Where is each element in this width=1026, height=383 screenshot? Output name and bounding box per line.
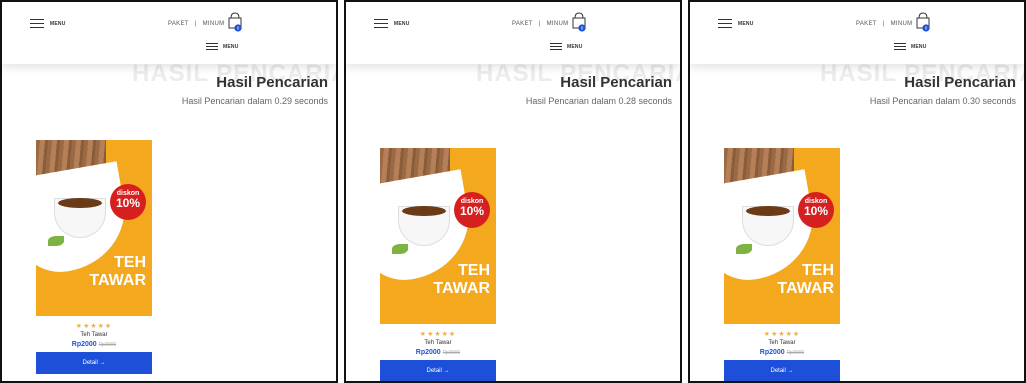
product-image[interactable]: diskon 10% TEH TAWAR: [724, 148, 840, 324]
product-card[interactable]: diskon 10% TEH TAWAR ★★★★★ Teh Tawar Rp2…: [380, 148, 496, 381]
screenshot-panel: MENU PAKET | MINUM 0 MENU HASIL PENCARIA…: [688, 0, 1026, 383]
product-card[interactable]: diskon 10% TEH TAWAR ★★★★★ Teh Tawar Rp2…: [36, 140, 152, 374]
product-name: Teh Tawar: [424, 340, 452, 346]
header: MENU PAKET | MINUM 0 MENU: [2, 2, 336, 64]
nav-links: PAKET | MINUM: [856, 21, 912, 27]
poster-word-2: TAWAR: [777, 280, 834, 297]
nav-paket[interactable]: PAKET: [168, 21, 189, 27]
badge-percent: 10%: [459, 204, 485, 218]
hamburger-icon: [894, 43, 906, 50]
product-name: Teh Tawar: [768, 340, 796, 346]
old-price: Rp3000: [98, 342, 117, 348]
menu-label: MENU: [50, 20, 66, 27]
nav-minum[interactable]: MINUM: [891, 21, 913, 27]
page-title: Hasil Pencarian: [904, 74, 1016, 91]
hamburger-icon: [374, 19, 388, 28]
discount-badge: diskon 10%: [110, 184, 146, 220]
hamburger-icon: [30, 19, 44, 28]
product-name: Teh Tawar: [80, 332, 108, 338]
detail-button[interactable]: Detail →: [724, 360, 840, 381]
hamburger-icon: [718, 19, 732, 28]
poster-word-2: TAWAR: [433, 280, 490, 297]
detail-button[interactable]: Detail →: [380, 360, 496, 381]
product-image[interactable]: diskon 10% TEH TAWAR: [36, 140, 152, 316]
page-title: Hasil Pencarian: [560, 74, 672, 91]
shopping-bag-icon[interactable]: 0: [916, 12, 930, 32]
nav-separator: |: [538, 21, 541, 27]
menu-label: MENU: [223, 43, 239, 50]
screenshot-panel: MENU PAKET | MINUM 0 MENU HASIL PENCARIA…: [0, 0, 338, 383]
header: MENU PAKET | MINUM 0 MENU: [346, 2, 680, 64]
header: MENU PAKET | MINUM 0 MENU: [690, 2, 1024, 64]
nav-paket[interactable]: PAKET: [856, 21, 877, 27]
badge-percent: 10%: [803, 204, 829, 218]
page-title: Hasil Pencarian: [216, 74, 328, 91]
menu-button-secondary[interactable]: MENU: [894, 43, 927, 50]
shopping-bag-icon[interactable]: 0: [228, 12, 242, 32]
search-time-text: Hasil Pencarian dalam 0.28 seconds: [525, 96, 672, 106]
price: Rp2000: [415, 349, 441, 356]
leaf-icon: [48, 236, 64, 246]
menu-label: MENU: [738, 20, 754, 27]
shopping-bag-icon[interactable]: 0: [572, 12, 586, 32]
nav-separator: |: [194, 21, 197, 27]
menu-button-secondary[interactable]: MENU: [206, 43, 239, 50]
product-image[interactable]: diskon 10% TEH TAWAR: [380, 148, 496, 324]
menu-button-secondary[interactable]: MENU: [550, 43, 583, 50]
nav-minum[interactable]: MINUM: [203, 21, 225, 27]
nav-separator: |: [882, 21, 885, 27]
screenshot-panel: MENU PAKET | MINUM 0 MENU HASIL PENCARIA…: [344, 0, 682, 383]
poster-title: TEH TAWAR: [89, 254, 146, 290]
price-row: Rp2000 Rp3000: [380, 349, 496, 356]
price: Rp2000: [759, 349, 785, 356]
rating-stars: ★★★★★: [419, 331, 457, 338]
tea-surface: [58, 198, 102, 208]
nav-minum[interactable]: MINUM: [547, 21, 569, 27]
menu-button[interactable]: MENU: [30, 19, 66, 28]
discount-badge: diskon 10%: [454, 192, 490, 228]
detail-button[interactable]: Detail →: [36, 352, 152, 374]
price: Rp2000: [71, 341, 97, 348]
old-price: Rp3000: [442, 350, 461, 356]
menu-button[interactable]: MENU: [718, 19, 754, 28]
menu-label: MENU: [394, 20, 410, 27]
menu-label: MENU: [567, 43, 583, 50]
menu-label: MENU: [911, 43, 927, 50]
poster-title: TEH TAWAR: [777, 262, 834, 298]
search-time-text: Hasil Pencarian dalam 0.29 seconds: [181, 96, 328, 106]
badge-percent: 10%: [115, 196, 141, 210]
search-time-text: Hasil Pencarian dalam 0.30 seconds: [869, 96, 1016, 106]
leaf-icon: [392, 244, 408, 254]
nav-links: PAKET | MINUM: [168, 21, 224, 27]
tea-surface: [746, 206, 790, 216]
poster-title: TEH TAWAR: [433, 262, 490, 298]
hamburger-icon: [206, 43, 218, 50]
menu-button[interactable]: MENU: [374, 19, 410, 28]
poster-word-1: TEH: [802, 262, 834, 279]
price-row: Rp2000 Rp3000: [36, 341, 152, 348]
old-price: Rp3000: [786, 350, 805, 356]
tea-surface: [402, 206, 446, 216]
discount-badge: diskon 10%: [798, 192, 834, 228]
poster-word-2: TAWAR: [89, 272, 146, 289]
rating-stars: ★★★★★: [75, 323, 113, 330]
nav-paket[interactable]: PAKET: [512, 21, 533, 27]
product-card[interactable]: diskon 10% TEH TAWAR ★★★★★ Teh Tawar Rp2…: [724, 148, 840, 381]
hamburger-icon: [550, 43, 562, 50]
rating-stars: ★★★★★: [763, 331, 801, 338]
nav-links: PAKET | MINUM: [512, 21, 568, 27]
poster-word-1: TEH: [114, 254, 146, 271]
leaf-icon: [736, 244, 752, 254]
poster-word-1: TEH: [458, 262, 490, 279]
price-row: Rp2000 Rp3000: [724, 349, 840, 356]
